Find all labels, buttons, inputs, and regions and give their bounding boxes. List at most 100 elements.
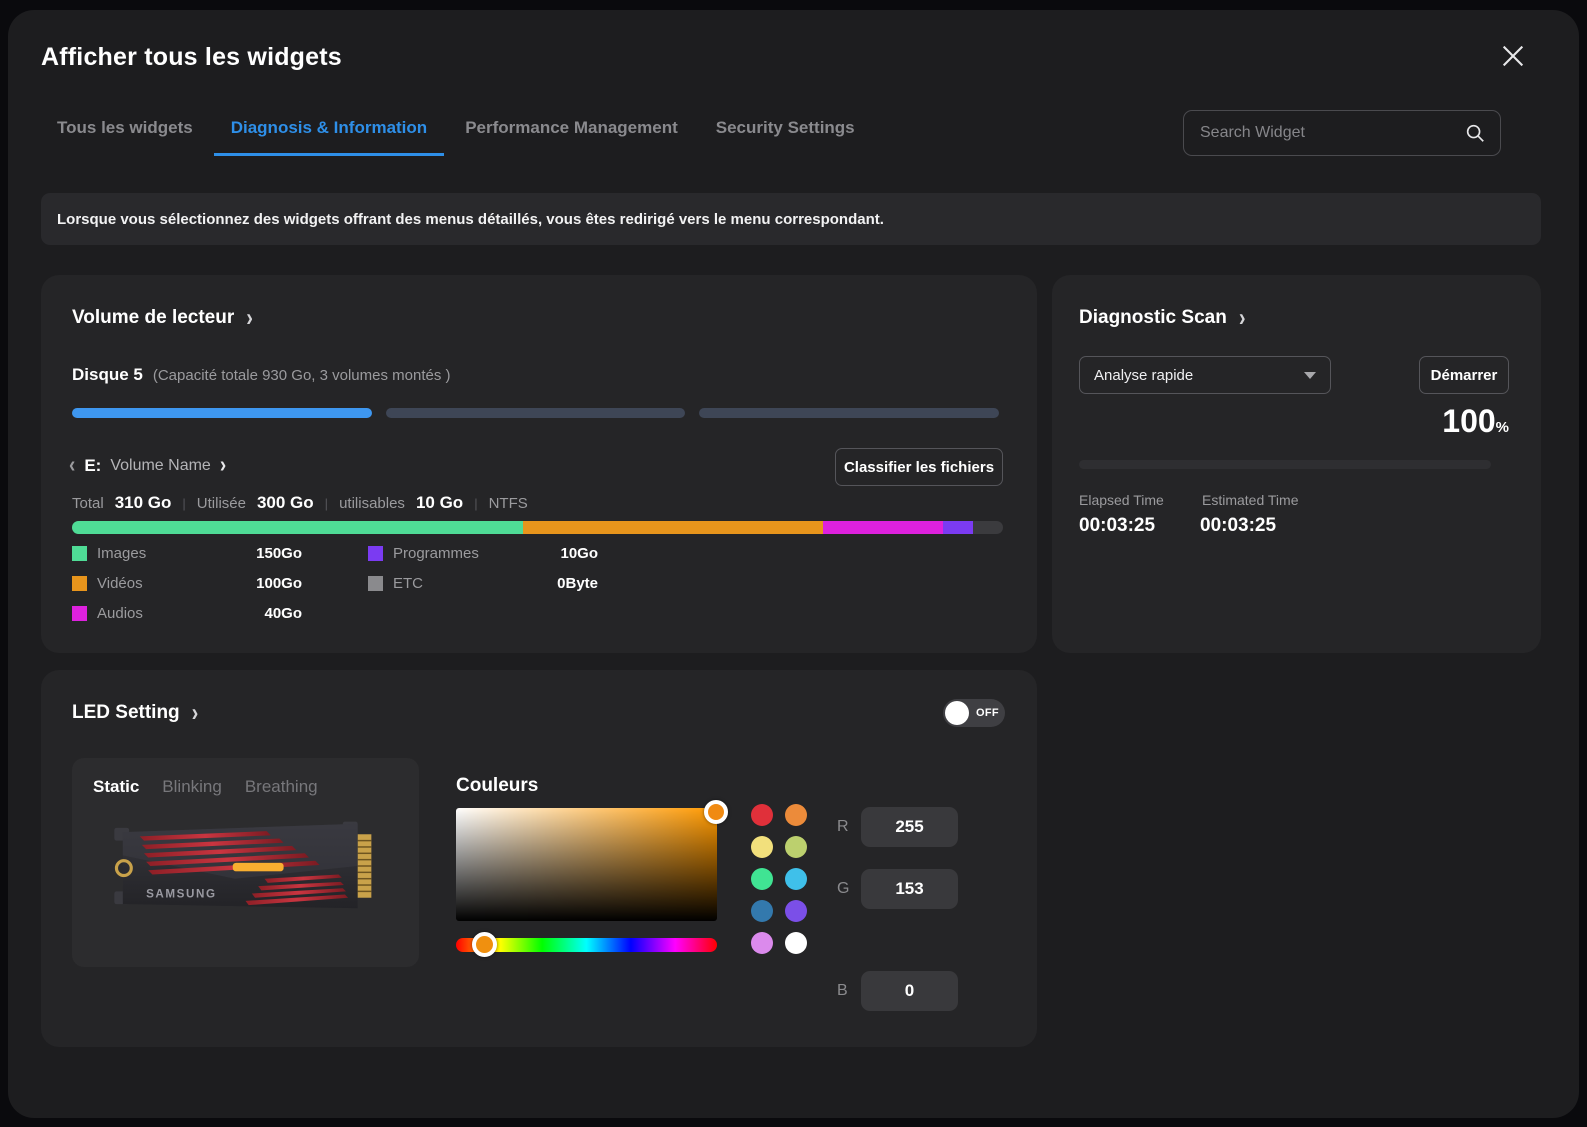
b-value-field[interactable]: 0	[861, 971, 958, 1011]
led-toggle[interactable]: OFF	[943, 699, 1005, 727]
classify-files-button[interactable]: Classifier les fichiers	[835, 448, 1003, 486]
rgb-inputs: R 255 G 153 B 0	[837, 807, 958, 909]
disk-name: Disque 5	[72, 365, 143, 385]
estimated-time-label: Estimated Time	[1202, 492, 1298, 508]
legend-value: 150Go	[227, 545, 302, 562]
sv-picker-handle[interactable]	[704, 800, 728, 824]
legend-swatch	[72, 546, 87, 561]
legend-value: 0Byte	[523, 575, 598, 592]
percent-sign: %	[1496, 419, 1509, 436]
volume-stats-row: Total 310 Go | Utilisée 300 Go | utilisa…	[72, 493, 528, 513]
legend-item-videos: Vidéos 100Go	[72, 575, 302, 592]
led-card: LED Setting › OFF Static Blinking Breath…	[41, 670, 1037, 1047]
usage-segment-videos	[523, 521, 824, 534]
search-widget-box	[1183, 110, 1501, 156]
color-swatch-1[interactable]	[785, 804, 807, 826]
divider: |	[474, 496, 477, 511]
usage-segment-programmes	[943, 521, 973, 534]
ssd-image: SAMSUNG	[108, 813, 383, 943]
diagnostic-card-title: Diagnostic Scan	[1079, 307, 1227, 329]
disk-line: Disque 5 (Capacité totale 930 Go, 3 volu…	[72, 365, 451, 385]
led-mode-panel: Static Blinking Breathing	[72, 758, 419, 967]
stat-used-value: 300 Go	[257, 493, 314, 513]
g-value-field[interactable]: 153	[861, 869, 958, 909]
volume-card-title: Volume de lecteur	[72, 307, 234, 329]
color-swatch-7[interactable]	[785, 900, 807, 922]
color-swatch-2[interactable]	[751, 836, 773, 858]
g-label: G	[837, 880, 861, 898]
tab-bar: Tous les widgets Diagnosis & Information…	[57, 118, 855, 156]
volume-card-header[interactable]: Volume de lecteur ›	[72, 307, 253, 329]
color-swatch-6[interactable]	[751, 900, 773, 922]
info-banner: Lorsque vous sélectionnez des widgets of…	[41, 193, 1541, 245]
legend-label: ETC	[393, 575, 523, 592]
volume-letter: E:	[84, 456, 101, 476]
search-icon[interactable]	[1464, 122, 1486, 144]
color-swatch-4[interactable]	[751, 868, 773, 890]
chevron-right-icon: ›	[192, 701, 199, 726]
diagnostic-card-header[interactable]: Diagnostic Scan ›	[1079, 307, 1246, 329]
color-swatch-8[interactable]	[751, 932, 773, 954]
usage-bar	[72, 521, 1003, 534]
color-swatch-grid	[751, 804, 809, 954]
legend-label: Vidéos	[97, 575, 227, 592]
saturation-value-picker[interactable]	[456, 808, 717, 921]
info-banner-text: Lorsque vous sélectionnez des widgets of…	[57, 211, 884, 228]
chevron-right-icon: ›	[1239, 306, 1246, 331]
close-icon[interactable]	[1499, 42, 1527, 70]
legend-value: 100Go	[227, 575, 302, 592]
scan-type-dropdown[interactable]: Analyse rapide	[1079, 356, 1331, 394]
stat-free-label: utilisables	[339, 495, 405, 512]
volume-segment-2[interactable]	[386, 408, 686, 418]
color-swatch-5[interactable]	[785, 868, 807, 890]
color-swatch-9[interactable]	[785, 932, 807, 954]
usage-segment-audios	[823, 521, 943, 534]
search-input[interactable]	[1200, 124, 1464, 142]
legend-item-etc: ETC 0Byte	[368, 575, 598, 592]
elapsed-time-label: Elapsed Time	[1079, 492, 1164, 508]
stat-total-label: Total	[72, 495, 104, 512]
chevron-down-icon	[1304, 372, 1316, 379]
volume-segment-3[interactable]	[699, 408, 999, 418]
tab-diagnosis-information[interactable]: Diagnosis & Information	[214, 118, 444, 156]
color-swatch-3[interactable]	[785, 836, 807, 858]
r-value-field[interactable]: 255	[861, 807, 958, 847]
divider: |	[182, 496, 185, 511]
rgb-row-r: R 255	[837, 807, 958, 847]
legend-item-images: Images 150Go	[72, 545, 302, 562]
percent-value: 100	[1442, 403, 1495, 439]
legend-item-audios: Audios 40Go	[72, 605, 302, 622]
stat-free-value: 10 Go	[416, 493, 463, 513]
toggle-knob-icon	[945, 701, 969, 725]
tab-security-settings[interactable]: Security Settings	[716, 118, 855, 156]
chevron-right-icon[interactable]: ›	[220, 453, 226, 479]
rgb-row-g: G 153	[837, 869, 958, 909]
page-title: Afficher tous les widgets	[41, 43, 342, 72]
scan-type-value: Analyse rapide	[1094, 367, 1304, 384]
start-scan-button[interactable]: Démarrer	[1419, 356, 1509, 394]
hue-slider-handle[interactable]	[472, 932, 497, 957]
scan-progress-percent: 100%	[1442, 403, 1509, 440]
toggle-state-label: OFF	[976, 707, 999, 719]
mode-blinking[interactable]: Blinking	[162, 777, 222, 797]
chevron-left-icon[interactable]: ‹	[69, 453, 75, 479]
colors-title: Couleurs	[456, 775, 538, 797]
scan-progress-bar	[1079, 460, 1491, 469]
led-card-title: LED Setting	[72, 702, 180, 724]
r-label: R	[837, 818, 861, 836]
mode-breathing[interactable]: Breathing	[245, 777, 318, 797]
mode-static[interactable]: Static	[93, 777, 139, 797]
stat-total-value: 310 Go	[115, 493, 172, 513]
b-label: B	[837, 982, 861, 1000]
color-swatch-0[interactable]	[751, 804, 773, 826]
volume-segment-1[interactable]	[72, 408, 372, 418]
tab-tous-les-widgets[interactable]: Tous les widgets	[57, 118, 193, 156]
chevron-right-icon: ›	[246, 306, 253, 331]
legend-value: 10Go	[523, 545, 598, 562]
legend-swatch	[368, 546, 383, 561]
elapsed-time-value: 00:03:25	[1079, 515, 1155, 537]
led-card-header[interactable]: LED Setting ›	[72, 702, 198, 724]
filesystem-label: NTFS	[489, 495, 528, 512]
tab-performance-management[interactable]: Performance Management	[465, 118, 678, 156]
usage-segment-images	[72, 521, 523, 534]
